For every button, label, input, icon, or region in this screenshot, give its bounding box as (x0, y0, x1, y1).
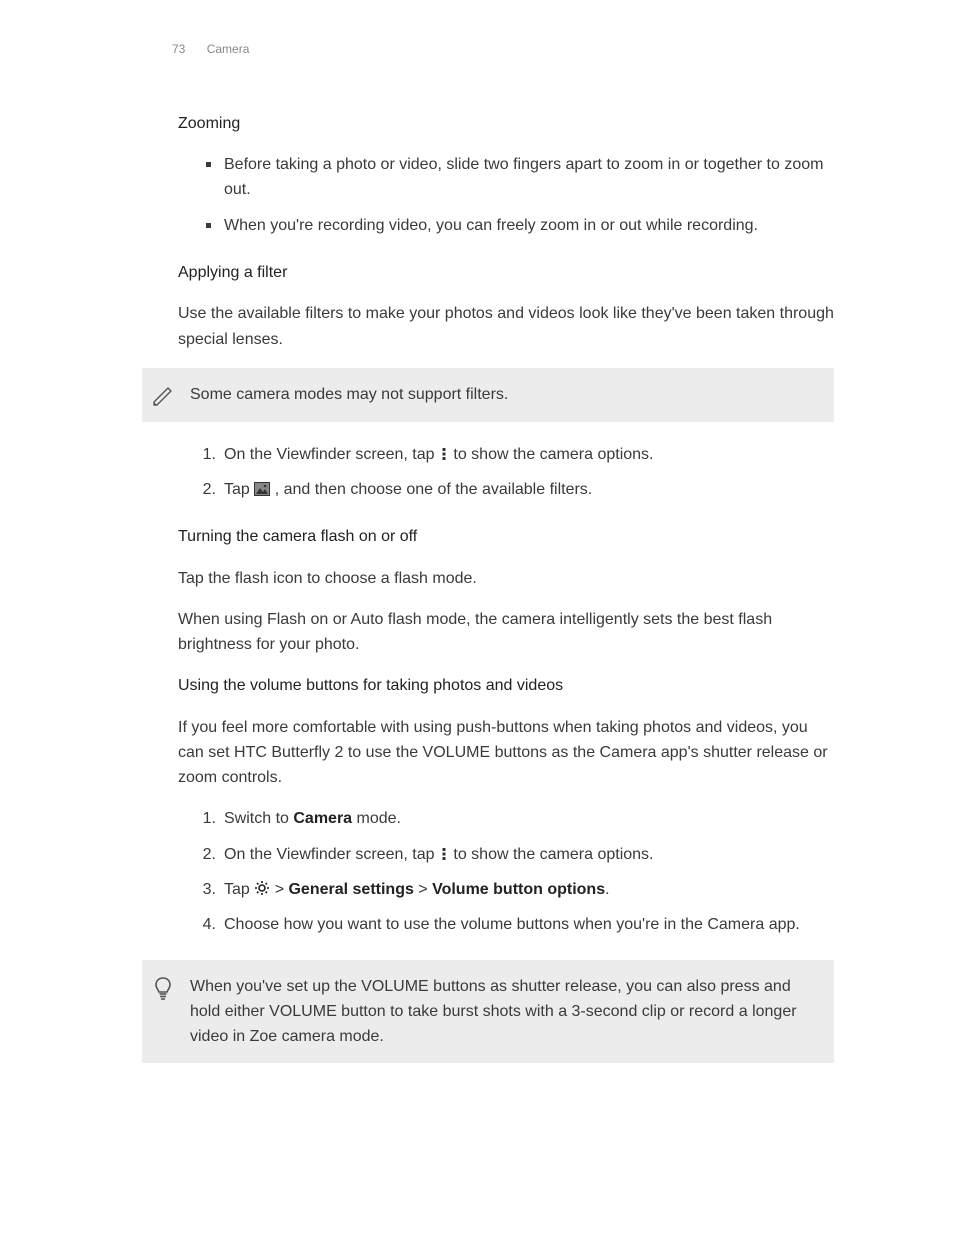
chapter-title: Camera (207, 42, 250, 56)
note-box: Some camera modes may not support filter… (142, 368, 834, 422)
section-title-volume: Using the volume buttons for taking phot… (178, 673, 834, 698)
section-title-filter: Applying a filter (178, 260, 834, 285)
filter-intro: Use the available filters to make your p… (178, 301, 834, 352)
list-item: When you're recording video, you can fre… (178, 213, 834, 238)
flash-p1: Tap the flash icon to choose a flash mod… (178, 566, 834, 591)
volume-intro: If you feel more comfortable with using … (178, 715, 834, 791)
step-text: On the Viewfinder screen, tap (224, 446, 439, 463)
step-text: , and then choose one of the available f… (270, 481, 592, 498)
page-number: 73 (172, 42, 185, 56)
step-text: Switch to (224, 810, 293, 827)
step-text: > (270, 881, 288, 898)
step-text: to show the camera options. (449, 846, 654, 863)
section-title-zooming: Zooming (178, 111, 834, 136)
bold-text: Camera (293, 810, 352, 827)
tip-box: When you've set up the VOLUME buttons as… (142, 960, 834, 1064)
bold-text: General settings (288, 881, 413, 898)
list-item: On the Viewfinder screen, tap to show th… (178, 842, 834, 867)
list-item: On the Viewfinder screen, tap to show th… (178, 442, 834, 467)
volume-steps: Switch to Camera mode. On the Viewfinder… (178, 806, 834, 937)
list-item: Tap > General settings > Volume button o… (178, 877, 834, 902)
vertical-dots-icon (439, 447, 449, 461)
step-text: On the Viewfinder screen, tap (224, 846, 439, 863)
filter-image-icon (254, 482, 270, 496)
step-text: Tap (224, 481, 254, 498)
lightbulb-icon (142, 974, 178, 1002)
step-text: > (414, 881, 432, 898)
section-title-flash: Turning the camera flash on or off (178, 524, 834, 549)
page-header: 73 Camera (172, 40, 834, 59)
tip-text: When you've set up the VOLUME buttons as… (178, 974, 810, 1050)
list-item: Tap , and then choose one of the availab… (178, 477, 834, 502)
page-content: Zooming Before taking a photo or video, … (178, 111, 834, 1063)
list-item: Choose how you want to use the volume bu… (178, 912, 834, 937)
zooming-bullets: Before taking a photo or video, slide tw… (178, 152, 834, 238)
flash-p2: When using Flash on or Auto flash mode, … (178, 607, 834, 658)
document-page: 73 Camera Zooming Before taking a photo … (0, 0, 954, 1123)
step-text: mode. (352, 810, 401, 827)
step-text: . (605, 881, 609, 898)
note-text: Some camera modes may not support filter… (178, 382, 810, 407)
filter-steps: On the Viewfinder screen, tap to show th… (178, 442, 834, 503)
gear-icon (254, 880, 270, 896)
step-text: Tap (224, 881, 254, 898)
bold-text: Volume button options (432, 881, 605, 898)
vertical-dots-icon (439, 847, 449, 861)
step-text: to show the camera options. (449, 446, 654, 463)
pencil-icon (142, 382, 178, 408)
list-item: Before taking a photo or video, slide tw… (178, 152, 834, 203)
list-item: Switch to Camera mode. (178, 806, 834, 831)
